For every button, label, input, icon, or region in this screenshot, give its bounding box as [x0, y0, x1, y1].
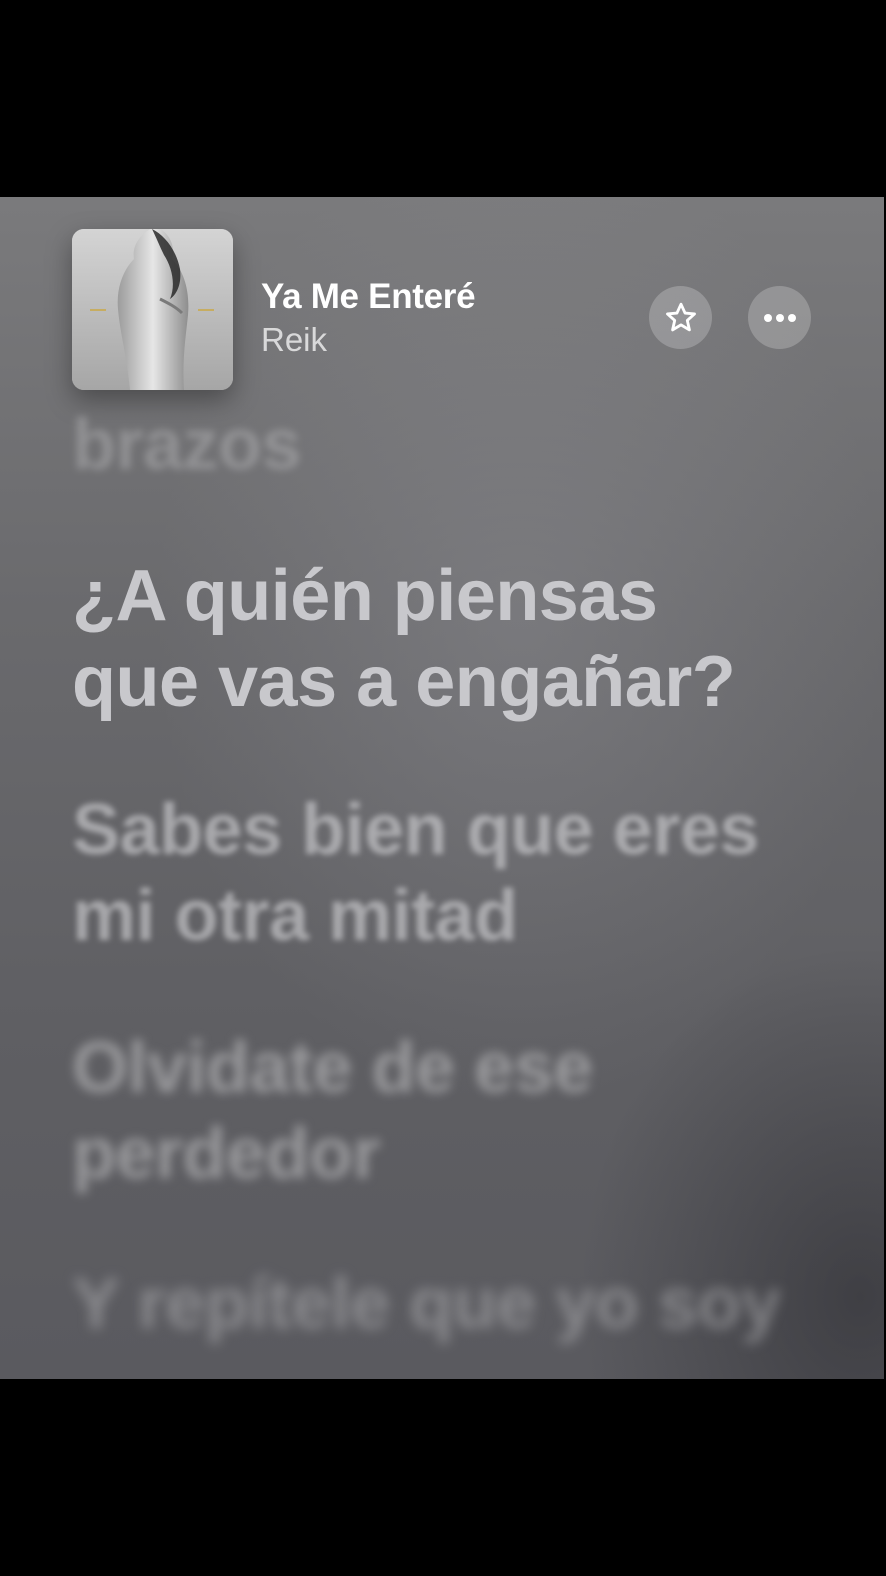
lyric-line-next[interactable]: Y repítele que yo soy — [72, 1261, 792, 1347]
star-icon — [665, 302, 696, 331]
track-artist[interactable]: Reik — [261, 321, 327, 359]
lyric-line-current[interactable]: ¿A quién piensas que vas a engañar? — [72, 553, 792, 725]
lyric-line-next[interactable]: Olvidate de ese perdedor — [72, 1025, 792, 1197]
album-artwork[interactable] — [72, 229, 233, 390]
track-title[interactable]: Ya Me Enteré — [261, 277, 476, 317]
now-playing-header: Ya Me Enteré Reik — [72, 229, 812, 390]
favorite-button[interactable] — [649, 286, 712, 349]
more-ellipsis-icon — [763, 313, 796, 322]
more-options-button[interactable] — [748, 286, 811, 349]
lyrics-screen: Ya Me Enteré Reik brazos ¿A quién piensa… — [0, 197, 884, 1379]
album-artwork-image — [72, 229, 233, 390]
lyric-line-previous[interactable]: brazos — [72, 402, 792, 488]
lyric-line-next[interactable]: Sabes bien que eres mi otra mitad — [72, 787, 792, 959]
